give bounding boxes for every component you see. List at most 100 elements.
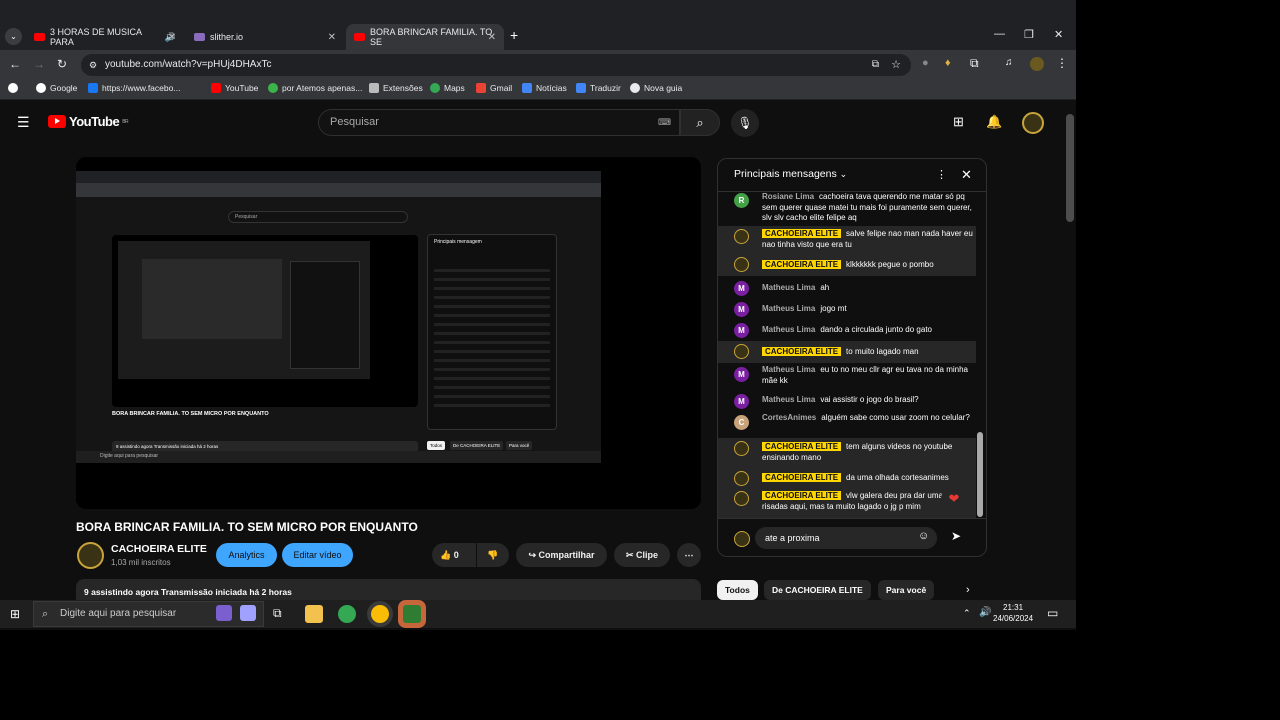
chat-mode-dropdown[interactable]: Principais mensagens: [734, 168, 837, 180]
embedded-address-bar: [76, 183, 601, 197]
emoji-icon[interactable]: ☺: [918, 530, 929, 542]
dislike-button[interactable]: 👎: [477, 543, 509, 567]
chrome-icon[interactable]: [338, 605, 356, 623]
embedded-chip-all: Todos: [427, 441, 446, 450]
chat-input-area: ate a proxima ☺ ➤: [717, 518, 987, 557]
tray-chevron-icon[interactable]: ⌃: [963, 608, 971, 619]
tab-search-button[interactable]: ⌄: [5, 28, 22, 45]
windows-start-icon[interactable]: ⊞: [10, 607, 20, 621]
extension-icon[interactable]: ●: [922, 57, 929, 69]
tab-slither[interactable]: slither.io ✕: [186, 24, 344, 50]
close-tab-icon[interactable]: ✕: [328, 32, 336, 43]
tab-live[interactable]: BORA BRINCAR FAMILIA. TO SE ✕: [346, 24, 504, 50]
heart-reaction-button[interactable]: ❤: [941, 486, 967, 512]
chat-message-input[interactable]: ate a proxima: [755, 527, 937, 549]
new-tab-button[interactable]: +: [510, 27, 518, 43]
chat-scrollbar[interactable]: [977, 432, 983, 517]
chat-message: CACHOEIRA ELITE to muito lagado man: [718, 341, 976, 363]
analytics-button[interactable]: Analytics: [216, 543, 277, 567]
chip-channel[interactable]: De CACHOEIRA ELITE: [764, 580, 871, 600]
channel-avatar[interactable]: [77, 542, 104, 569]
tab-music[interactable]: 3 HORAS DE MUSICA PARA 🔊 ✕: [26, 24, 184, 50]
send-icon[interactable]: ➤: [951, 529, 961, 543]
chevron-right-icon[interactable]: ›: [966, 584, 970, 596]
search-highlight-icon[interactable]: [216, 605, 232, 621]
share-button[interactable]: ↪ Compartilhar: [516, 543, 607, 567]
chrome-icon[interactable]: [371, 605, 389, 623]
video-title: BORA BRINCAR FAMILIA. TO SEM MICRO POR E…: [76, 520, 418, 534]
task-view-icon[interactable]: ⧉: [273, 606, 282, 621]
youtube-logo[interactable]: YouTube BR: [48, 114, 129, 129]
chip-all[interactable]: Todos: [717, 580, 758, 600]
bookmark-extensoes[interactable]: Extensões: [369, 83, 423, 93]
keyboard-icon[interactable]: ⌨: [658, 110, 671, 135]
install-icon[interactable]: ⧉: [872, 54, 879, 76]
puzzle-icon[interactable]: ⧉: [970, 56, 979, 71]
bookmark-google[interactable]: Google: [36, 83, 77, 93]
chat-message: M Matheus Lima vai assistir o jogo do bra…: [718, 391, 976, 411]
restore-icon[interactable]: ❐: [1024, 28, 1034, 41]
chat-message: M Matheus Lima eu to no meu cllr agr eu t…: [718, 364, 976, 390]
more-options-icon[interactable]: ⋮: [936, 168, 947, 181]
chat-messages: R Rosiane Lima cachoeira tava querendo me…: [718, 192, 986, 518]
description-box[interactable]: 9 assistindo agora Transmissão iniciada …: [76, 579, 701, 601]
scrollbar-thumb[interactable]: [1066, 114, 1074, 222]
more-actions-button[interactable]: ⋯: [677, 543, 701, 567]
site-info-icon[interactable]: ⚙: [89, 54, 97, 76]
media-icon[interactable]: ♫: [1005, 57, 1013, 68]
screen-share-frame: Pesquisar Principais mensagem BORA BRINC…: [76, 171, 601, 463]
back-icon[interactable]: ←: [9, 57, 21, 71]
google-apps-icon[interactable]: [8, 83, 18, 93]
reload-icon[interactable]: ↻: [57, 57, 67, 71]
account-avatar[interactable]: [1022, 112, 1044, 134]
bookmark-traduzir[interactable]: Traduzir: [576, 83, 621, 93]
file-explorer-icon[interactable]: [305, 605, 323, 623]
like-button[interactable]: 👍 0: [432, 543, 476, 567]
edit-video-button[interactable]: Editar vídeo: [282, 543, 353, 567]
minimize-icon[interactable]: —: [994, 28, 1005, 40]
voice-search-button[interactable]: 🎙: [731, 109, 759, 137]
user-avatar: M: [734, 394, 749, 409]
chat-message: CACHOEIRA ELITE klkkkkkk pegue o pombo: [718, 254, 976, 276]
bookmark-nova-guia[interactable]: Nova guia: [630, 83, 682, 93]
close-tab-icon[interactable]: ✕: [168, 32, 176, 43]
notifications-icon[interactable]: 🔔: [986, 114, 1002, 130]
menu-icon[interactable]: ⋮: [1056, 56, 1068, 70]
user-avatar: M: [734, 281, 749, 296]
share-icon: ↪: [528, 550, 536, 560]
create-icon[interactable]: ⊞: [953, 114, 964, 130]
close-tab-icon[interactable]: ✕: [488, 32, 496, 43]
bookmark-maps[interactable]: Maps: [430, 83, 465, 93]
search-input[interactable]: Pesquisar ⌨: [318, 109, 680, 136]
search-button[interactable]: ⌕: [680, 109, 720, 136]
embedded-chip-you: Para você: [506, 441, 533, 450]
bookmark-atemos[interactable]: por Atemos apenas...: [268, 83, 362, 93]
page-scrollbar[interactable]: [1064, 100, 1076, 600]
speaker-icon[interactable]: 🔊: [979, 607, 991, 618]
search-highlight-icon[interactable]: [240, 605, 256, 621]
close-icon[interactable]: ✕: [961, 167, 972, 183]
channel-name[interactable]: CACHOEIRA ELITE: [111, 543, 207, 555]
forward-icon[interactable]: →: [33, 57, 45, 71]
chip-for-you[interactable]: Para você: [878, 580, 935, 600]
address-bar[interactable]: ⚙ youtube.com/watch?v=pHUj4DHAxTc ⧉ ☆: [81, 54, 911, 76]
bookmark-noticias[interactable]: Notícias: [522, 83, 567, 93]
bookmark-facebook[interactable]: https://www.facebo...: [88, 83, 180, 93]
bookmark-gmail[interactable]: Gmail: [476, 83, 512, 93]
hamburger-menu-icon[interactable]: ☰: [17, 114, 30, 131]
channel-avatar-icon: [734, 344, 749, 359]
bookmark-star-icon[interactable]: ☆: [891, 54, 901, 76]
youtube-icon: [34, 33, 45, 41]
taskbar-search-input[interactable]: ⌕ Digite aqui para pesquisar: [33, 601, 264, 627]
profile-icon[interactable]: [1030, 57, 1044, 71]
clip-button[interactable]: ✂ Clipe: [614, 543, 670, 567]
scissors-icon: ✂: [625, 550, 634, 560]
chevron-down-icon[interactable]: ⌄: [840, 169, 848, 179]
app-icon[interactable]: [403, 605, 421, 623]
close-window-icon[interactable]: ✕: [1054, 28, 1063, 41]
extension-icon[interactable]: ♦: [945, 57, 951, 69]
notification-center-icon[interactable]: ▭: [1047, 606, 1058, 620]
video-player[interactable]: Pesquisar Principais mensagem BORA BRINC…: [76, 157, 701, 509]
taskbar-clock[interactable]: 21:31 24/06/2024: [993, 602, 1033, 624]
bookmark-youtube[interactable]: YouTube: [211, 83, 258, 93]
